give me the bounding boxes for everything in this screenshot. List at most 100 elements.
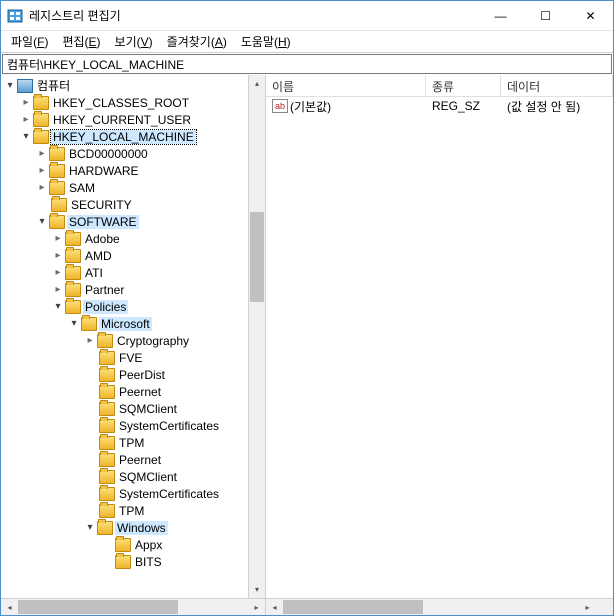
tree-node-ati[interactable]: ▸ ATI xyxy=(1,264,265,281)
tree-node-computer[interactable]: ▾ 컴퓨터 xyxy=(1,77,265,94)
list-horizontal-scrollbar[interactable]: ◂ ▸ xyxy=(266,598,613,615)
expand-icon[interactable]: ▸ xyxy=(83,334,97,348)
tree-node-tpm2[interactable]: TPM xyxy=(1,502,265,519)
close-button[interactable]: ✕ xyxy=(568,1,613,30)
tree-label: HKEY_CURRENT_USER xyxy=(51,113,193,127)
tree-node-peernet2[interactable]: Peernet xyxy=(1,451,265,468)
expand-icon[interactable]: ▸ xyxy=(19,113,33,127)
menu-help[interactable]: 도움말(H) xyxy=(235,31,297,52)
tree-label: 컴퓨터 xyxy=(35,77,72,94)
tree-node-hkcr[interactable]: ▸ HKEY_CLASSES_ROOT xyxy=(1,94,265,111)
cell-data: (값 설정 안 됨) xyxy=(501,98,613,115)
tree-node-sqmclient2[interactable]: SQMClient xyxy=(1,468,265,485)
size-grip[interactable] xyxy=(596,599,613,615)
tree-node-appx[interactable]: Appx xyxy=(1,536,265,553)
tree-node-peerdist[interactable]: PeerDist xyxy=(1,366,265,383)
tree-node-peernet1[interactable]: Peernet xyxy=(1,383,265,400)
titlebar[interactable]: 레지스트리 편집기 — ☐ ✕ xyxy=(1,1,613,31)
folder-icon xyxy=(99,419,115,433)
tree-label: SQMClient xyxy=(117,470,179,484)
list-row[interactable]: ab (기본값) REG_SZ (값 설정 안 됨) xyxy=(266,97,613,115)
scroll-right-button[interactable]: ▸ xyxy=(248,599,265,615)
minimize-icon: — xyxy=(495,9,507,23)
folder-icon xyxy=(99,470,115,484)
tree-label: Windows xyxy=(115,521,168,535)
tree-node-adobe[interactable]: ▸ Adobe xyxy=(1,230,265,247)
tree-node-bcd[interactable]: ▸ BCD00000000 xyxy=(1,145,265,162)
tree-node-hardware[interactable]: ▸ HARDWARE xyxy=(1,162,265,179)
tree-node-hkcu[interactable]: ▸ HKEY_CURRENT_USER xyxy=(1,111,265,128)
scroll-thumb[interactable] xyxy=(283,600,423,614)
maximize-icon: ☐ xyxy=(540,9,551,23)
maximize-button[interactable]: ☐ xyxy=(523,1,568,30)
menu-view[interactable]: 보기(V) xyxy=(109,31,159,52)
folder-icon xyxy=(115,555,131,569)
folder-icon xyxy=(99,368,115,382)
tree-node-partner[interactable]: ▸ Partner xyxy=(1,281,265,298)
menu-edit[interactable]: 편집(E) xyxy=(56,31,106,52)
folder-icon xyxy=(99,351,115,365)
address-bar[interactable]: 컴퓨터\HKEY_LOCAL_MACHINE xyxy=(2,54,612,74)
scroll-track[interactable] xyxy=(18,599,248,615)
tree-node-sam[interactable]: ▸ SAM xyxy=(1,179,265,196)
scroll-thumb[interactable] xyxy=(18,600,178,614)
list-pane: 이름 종류 데이터 ab (기본값) REG_SZ (값 설정 안 됨) ◂ ▸ xyxy=(266,75,613,615)
scroll-right-button[interactable]: ▸ xyxy=(579,599,596,615)
tree-node-policies[interactable]: ▾ Policies xyxy=(1,298,265,315)
tree-node-sqmclient1[interactable]: SQMClient xyxy=(1,400,265,417)
tree-node-microsoft[interactable]: ▾ Microsoft xyxy=(1,315,265,332)
menu-file[interactable]: 파일(F) xyxy=(5,31,54,52)
folder-icon xyxy=(65,300,81,314)
tree-node-systemcert1[interactable]: SystemCertificates xyxy=(1,417,265,434)
scroll-down-button[interactable]: ▾ xyxy=(249,581,265,598)
expand-icon[interactable]: ▾ xyxy=(19,130,33,144)
scroll-left-button[interactable]: ◂ xyxy=(266,599,283,615)
scroll-up-button[interactable]: ▴ xyxy=(249,75,265,92)
expand-icon[interactable]: ▾ xyxy=(3,79,17,93)
expand-icon[interactable]: ▾ xyxy=(35,215,49,229)
expand-icon[interactable]: ▾ xyxy=(83,521,97,535)
tree-label: AMD xyxy=(83,249,114,263)
expand-icon[interactable]: ▸ xyxy=(35,147,49,161)
expand-icon[interactable]: ▸ xyxy=(19,96,33,110)
menu-favorites[interactable]: 즐겨찾기(A) xyxy=(161,31,233,52)
tree-label: SAM xyxy=(67,181,97,195)
tree-node-tpm1[interactable]: TPM xyxy=(1,434,265,451)
expand-icon[interactable]: ▸ xyxy=(35,181,49,195)
list-header: 이름 종류 데이터 xyxy=(266,75,613,97)
list-body[interactable]: ab (기본값) REG_SZ (값 설정 안 됨) xyxy=(266,97,613,598)
scroll-thumb[interactable] xyxy=(250,212,264,302)
tree-node-systemcert2[interactable]: SystemCertificates xyxy=(1,485,265,502)
computer-icon xyxy=(17,79,33,93)
tree-node-cryptography[interactable]: ▸ Cryptography xyxy=(1,332,265,349)
expand-icon[interactable]: ▸ xyxy=(35,164,49,178)
tree-horizontal-scrollbar[interactable]: ◂ ▸ xyxy=(1,598,265,615)
tree-node-security[interactable]: SECURITY xyxy=(1,196,265,213)
scroll-left-button[interactable]: ◂ xyxy=(1,599,18,615)
expand-icon[interactable]: ▸ xyxy=(51,232,65,246)
expand-icon[interactable]: ▸ xyxy=(51,266,65,280)
expand-icon[interactable]: ▸ xyxy=(51,283,65,297)
tree-node-windows[interactable]: ▾ Windows xyxy=(1,519,265,536)
minimize-button[interactable]: — xyxy=(478,1,523,30)
folder-icon xyxy=(99,504,115,518)
tree-label: SECURITY xyxy=(69,198,134,212)
tree-scroll[interactable]: ▾ 컴퓨터 ▸ HKEY_CLASSES_ROOT ▸ HKEY_CURRENT… xyxy=(1,75,265,598)
scroll-track[interactable] xyxy=(249,92,265,581)
column-data[interactable]: 데이터 xyxy=(501,75,613,96)
tree-node-hklm[interactable]: ▾ HKEY_LOCAL_MACHINE xyxy=(1,128,265,145)
content-area: ▾ 컴퓨터 ▸ HKEY_CLASSES_ROOT ▸ HKEY_CURRENT… xyxy=(1,75,613,615)
tree-node-fve[interactable]: FVE xyxy=(1,349,265,366)
column-name[interactable]: 이름 xyxy=(266,75,426,96)
expand-icon[interactable]: ▾ xyxy=(67,317,81,331)
tree-vertical-scrollbar[interactable]: ▴ ▾ xyxy=(248,75,265,598)
regedit-icon xyxy=(7,8,23,24)
expand-icon[interactable]: ▸ xyxy=(51,249,65,263)
tree-node-software[interactable]: ▾ SOFTWARE xyxy=(1,213,265,230)
expand-icon[interactable]: ▾ xyxy=(51,300,65,314)
column-type[interactable]: 종류 xyxy=(426,75,501,96)
scroll-track[interactable] xyxy=(283,599,579,615)
tree-node-bits[interactable]: BITS xyxy=(1,553,265,570)
tree-node-amd[interactable]: ▸ AMD xyxy=(1,247,265,264)
tree-label: Peernet xyxy=(117,385,163,399)
